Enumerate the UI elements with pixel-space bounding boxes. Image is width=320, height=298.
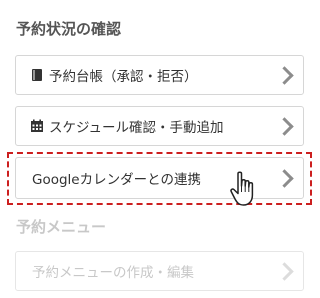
- section-heading-reservation-status: 予約状況の確認: [16, 20, 122, 38]
- create-edit-menu-label: 予約メニューの作成・編集: [32, 265, 194, 281]
- section-heading-reservation-menu: 予約メニュー: [16, 218, 107, 236]
- chevron-right-icon: [275, 66, 294, 85]
- reservation-ledger-button[interactable]: 予約台帳（承認・拒否）: [15, 55, 304, 95]
- chevron-right-icon: [275, 262, 294, 281]
- book-icon: [30, 68, 44, 82]
- hand-pointer-icon: [229, 170, 263, 208]
- reservation-ledger-label: 予約台帳（承認・拒否）: [49, 69, 198, 85]
- schedule-check-button[interactable]: スケジュール確認・手動追加: [15, 106, 304, 146]
- schedule-check-label: スケジュール確認・手動追加: [49, 120, 224, 136]
- highlight-frame: [7, 152, 312, 205]
- create-edit-menu-button[interactable]: 予約メニューの作成・編集: [15, 251, 304, 291]
- calendar-icon: [30, 119, 44, 133]
- chevron-right-icon: [275, 117, 294, 136]
